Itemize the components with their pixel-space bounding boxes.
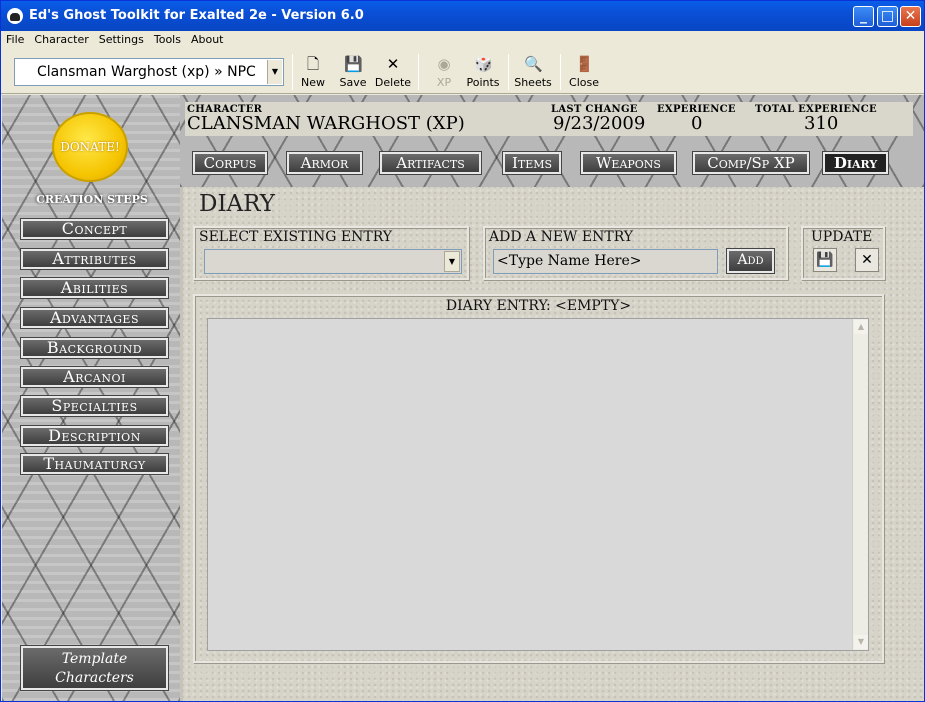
- points-label: Points: [466, 76, 500, 89]
- select-entry-label: Select Existing Entry: [199, 229, 393, 245]
- app-window: Ed's Ghost Toolkit for Exalted 2e - Vers…: [0, 0, 925, 702]
- vertical-scrollbar[interactable]: ▲ ▼: [852, 319, 868, 650]
- step-attributes-button[interactable]: Attributes: [21, 249, 168, 269]
- toolbar-divider: [508, 54, 509, 90]
- select-entry-panel: Select Existing Entry ▼: [193, 226, 469, 280]
- delete-entry-button[interactable]: ✕: [855, 248, 879, 272]
- menu-settings[interactable]: Settings: [94, 31, 149, 49]
- maximize-button[interactable]: □: [877, 6, 898, 27]
- step-description-button[interactable]: Description: [21, 426, 168, 446]
- delete-label: Delete: [374, 76, 412, 89]
- template-line-2: Characters: [55, 670, 134, 686]
- close-label: Close: [569, 76, 599, 89]
- minimize-icon: _: [860, 8, 867, 24]
- chevron-down-icon[interactable]: ▼: [444, 251, 460, 272]
- maximize-icon: □: [880, 8, 895, 24]
- step-advantages-button[interactable]: Advantages: [21, 308, 168, 328]
- points-icon: 🎲: [474, 55, 493, 73]
- tab-items[interactable]: Items: [503, 152, 561, 174]
- total-experience-value: 310: [804, 113, 839, 134]
- donate-button[interactable]: DONATE!: [52, 112, 128, 182]
- experience-value: 0: [691, 113, 703, 134]
- diary-entry-textarea[interactable]: ▲ ▼: [207, 318, 869, 651]
- minimize-button[interactable]: _: [853, 6, 874, 27]
- xp-icon: ◉: [437, 55, 451, 73]
- menu-bar: File Character Settings Tools About: [1, 31, 924, 49]
- entry-name-input[interactable]: <Type Name Here>: [493, 249, 718, 274]
- exit-door-icon: 🚪: [575, 55, 594, 73]
- app-ghost-icon: [7, 8, 23, 24]
- character-select[interactable]: Clansman Warghost (xp) » NPC ▼: [14, 58, 284, 86]
- tab-armor[interactable]: Armor: [287, 152, 362, 174]
- new-label: New: [301, 76, 325, 89]
- sidebar: DONATE! Creation Steps Concept Attribute…: [2, 95, 180, 701]
- menu-file[interactable]: File: [1, 31, 29, 49]
- add-entry-label: Add a New Entry: [489, 229, 634, 245]
- tab-corpus[interactable]: Corpus: [193, 152, 267, 174]
- delete-icon: ✕: [386, 55, 400, 73]
- tab-diary[interactable]: Diary: [823, 152, 888, 174]
- save-label: Save: [339, 76, 367, 89]
- scroll-down-icon[interactable]: ▼: [854, 635, 868, 649]
- page-title: Diary: [199, 191, 275, 217]
- close-window-button[interactable]: ✕: [900, 6, 921, 27]
- character-header: Character Clansman Warghost (xp) Last Ch…: [180, 95, 924, 187]
- step-thaumaturgy-button[interactable]: Thaumaturgy: [21, 454, 168, 474]
- character-select-value: Clansman Warghost (xp) » NPC: [37, 64, 256, 80]
- update-label: Update: [811, 229, 873, 245]
- xp-label: XP: [436, 76, 452, 89]
- content-area: DONATE! Creation Steps Concept Attribute…: [2, 95, 924, 701]
- toolbar-divider: [418, 54, 419, 90]
- character-name: Clansman Warghost (xp): [187, 113, 465, 134]
- menu-tools[interactable]: Tools: [149, 31, 186, 49]
- toolbar-divider: [560, 54, 561, 90]
- add-entry-panel: Add a New Entry <Type Name Here> Add: [483, 226, 788, 280]
- sheets-button[interactable]: 🔍 Sheets: [514, 53, 552, 91]
- menu-character[interactable]: Character: [29, 31, 93, 49]
- diary-entry-label: Diary Entry: <EMPTY>: [445, 298, 632, 314]
- creation-steps-heading: Creation Steps: [36, 193, 148, 206]
- sheets-label: Sheets: [514, 76, 552, 89]
- step-concept-button[interactable]: Concept: [21, 219, 168, 239]
- scroll-up-icon[interactable]: ▲: [854, 320, 868, 334]
- character-info-bar: Character Clansman Warghost (xp) Last Ch…: [185, 102, 913, 136]
- step-arcanoi-button[interactable]: Arcanoi: [21, 367, 168, 387]
- last-change-value: 9/23/2009: [553, 113, 646, 134]
- save-icon: 💾: [816, 252, 834, 268]
- sheets-icon: 🔍: [524, 55, 543, 73]
- delete-button[interactable]: ✕ Delete: [374, 53, 412, 91]
- diary-entry-panel: Diary Entry: <EMPTY> ▲ ▼: [193, 294, 884, 663]
- step-specialties-button[interactable]: Specialties: [21, 396, 168, 416]
- save-button[interactable]: 💾 Save: [338, 53, 368, 91]
- toolbar: Clansman Warghost (xp) » NPC ▼ 🗋 New 💾 Sav…: [1, 50, 924, 94]
- points-button[interactable]: 🎲 Points: [465, 53, 501, 91]
- diary-page: Diary Select Existing Entry ▼ Add a New …: [180, 187, 924, 701]
- tab-comp-sp-xp[interactable]: Comp/Sp XP: [693, 152, 809, 174]
- update-panel: Update 💾 ✕: [801, 226, 885, 280]
- tab-artifacts[interactable]: Artifacts: [380, 152, 481, 174]
- close-button[interactable]: 🚪 Close: [568, 53, 600, 91]
- window-title: Ed's Ghost Toolkit for Exalted 2e - Vers…: [29, 8, 364, 23]
- tab-weapons[interactable]: Weapons: [581, 152, 676, 174]
- title-bar[interactable]: Ed's Ghost Toolkit for Exalted 2e - Vers…: [1, 1, 924, 31]
- step-background-button[interactable]: Background: [21, 338, 168, 358]
- template-characters-button[interactable]: Template Characters: [21, 646, 168, 690]
- chevron-down-icon[interactable]: ▼: [267, 60, 282, 84]
- new-button[interactable]: 🗋 New: [298, 53, 328, 91]
- new-file-icon: 🗋: [306, 55, 320, 73]
- toolbar-divider: [292, 54, 293, 90]
- close-icon: ✕: [861, 252, 873, 268]
- xp-button[interactable]: ◉ XP: [429, 53, 459, 91]
- add-entry-button[interactable]: Add: [727, 249, 774, 273]
- step-abilities-button[interactable]: Abilities: [21, 278, 168, 298]
- template-line-1: Template: [61, 651, 128, 667]
- close-icon: ✕: [904, 8, 917, 24]
- save-entry-button[interactable]: 💾: [813, 248, 837, 272]
- menu-about[interactable]: About: [186, 31, 229, 49]
- existing-entry-select[interactable]: ▼: [204, 249, 462, 274]
- save-icon: 💾: [344, 55, 363, 73]
